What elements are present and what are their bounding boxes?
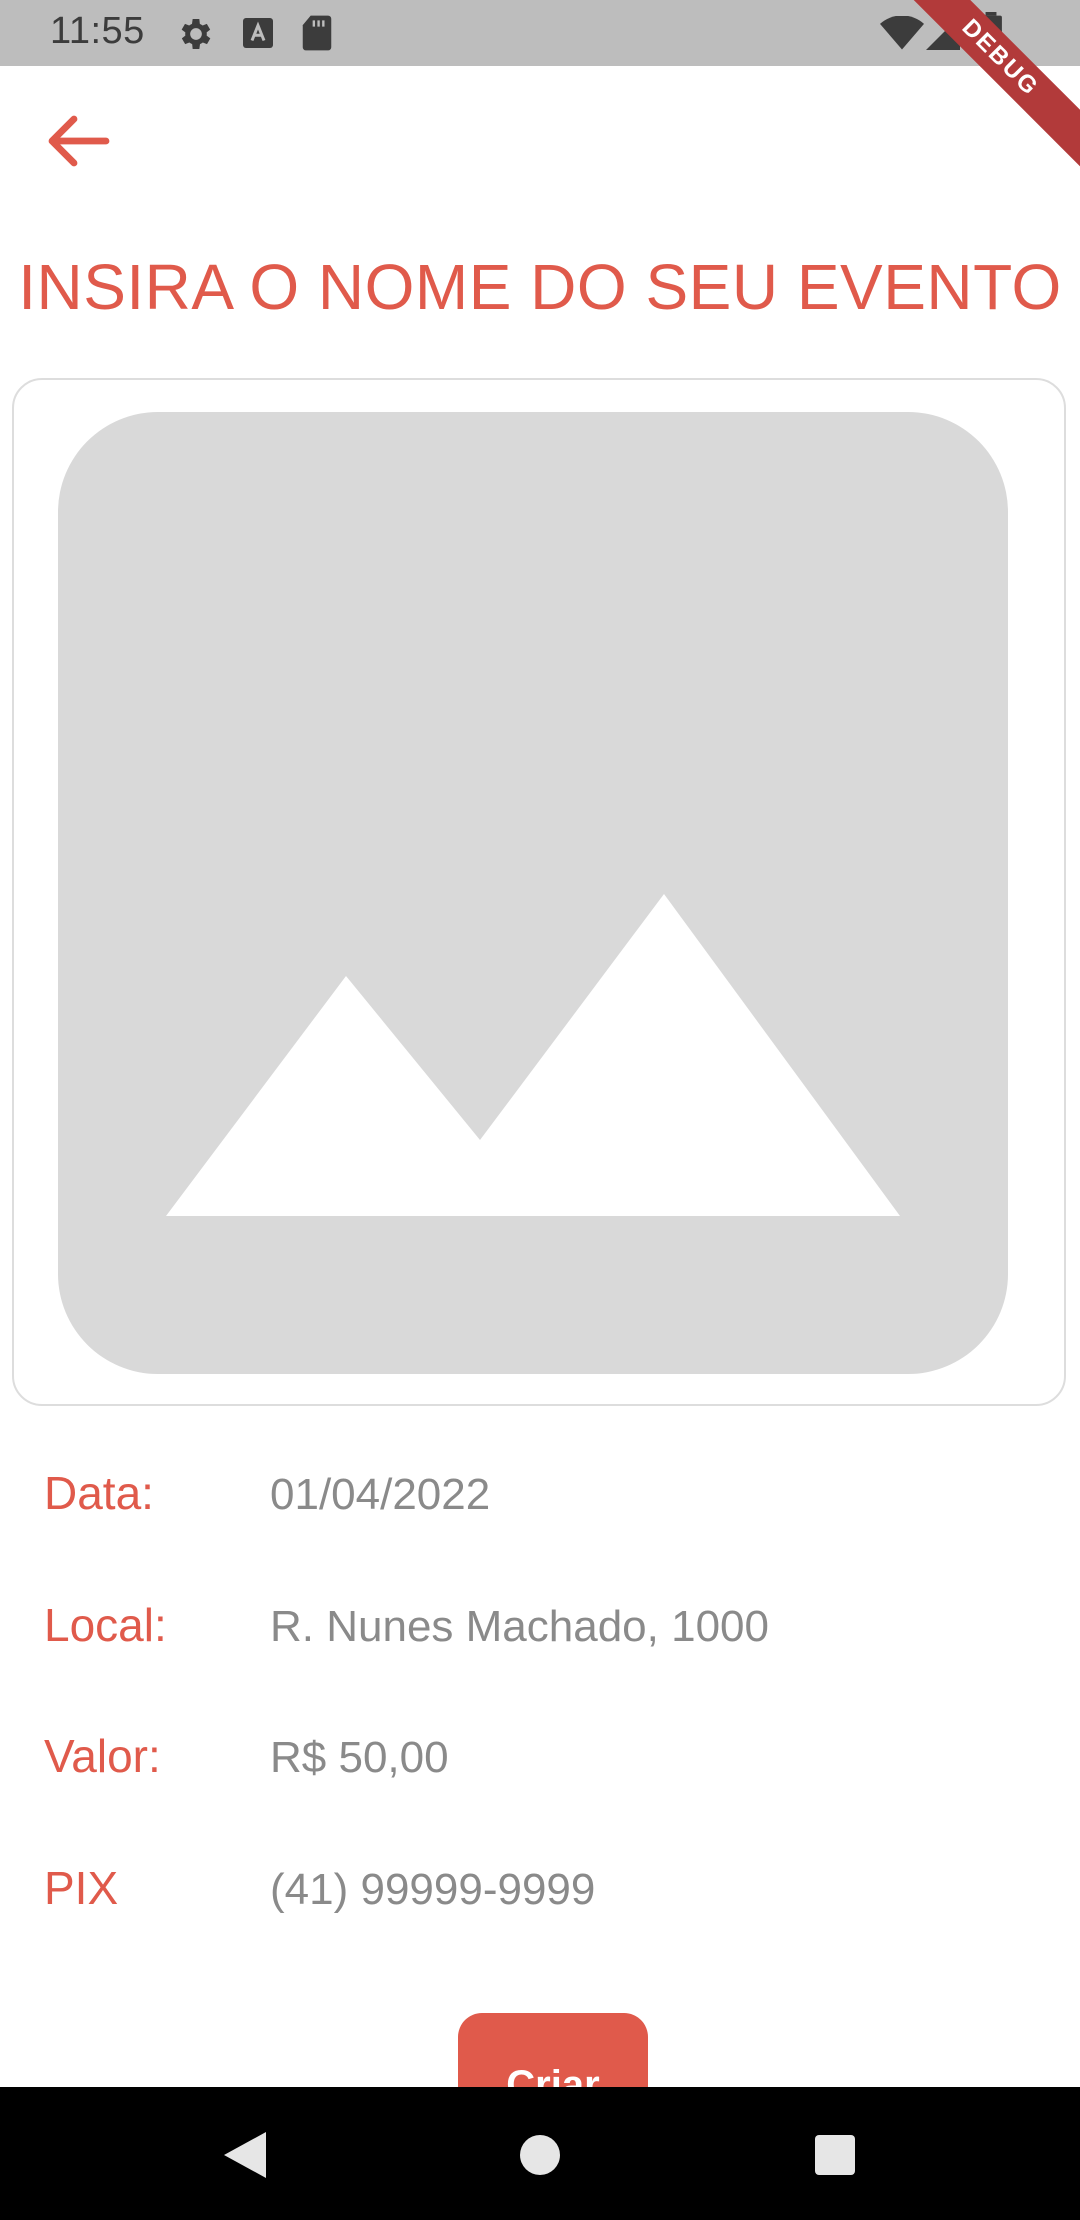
nav-recents-button[interactable] xyxy=(795,2117,875,2197)
pix-value[interactable]: (41) 99999-9999 xyxy=(270,1865,595,1915)
detail-row-data: Data: 01/04/2022 xyxy=(0,1466,1080,1536)
status-time: 11:55 xyxy=(50,10,145,52)
nav-home-icon xyxy=(518,2133,562,2182)
event-image-card xyxy=(12,378,1066,1406)
nav-back-button[interactable] xyxy=(205,2117,285,2197)
location-label: Local: xyxy=(44,1599,167,1651)
pix-label: PIX xyxy=(44,1862,119,1914)
date-label: Data: xyxy=(44,1467,154,1519)
event-name-title[interactable]: INSIRA O NOME DO SEU EVENTO xyxy=(0,250,1080,324)
sd-card-icon xyxy=(300,14,334,57)
detail-row-valor: Valor: R$ 50,00 xyxy=(0,1729,1080,1799)
navigation-bar xyxy=(0,2087,1080,2220)
date-value[interactable]: 01/04/2022 xyxy=(270,1470,490,1520)
status-bar: 11:55 xyxy=(0,0,1080,66)
price-label: Valor: xyxy=(44,1730,161,1782)
back-button[interactable] xyxy=(40,110,116,176)
gear-icon xyxy=(176,14,216,59)
detail-row-local: Local: R. Nunes Machado, 1000 xyxy=(0,1598,1080,1668)
wifi-icon xyxy=(880,15,924,55)
nav-home-button[interactable] xyxy=(500,2117,580,2197)
detail-row-pix: PIX (41) 99999-9999 xyxy=(0,1861,1080,1931)
location-value[interactable]: R. Nunes Machado, 1000 xyxy=(270,1602,769,1652)
arrow-left-icon xyxy=(46,113,110,174)
image-picker[interactable] xyxy=(58,412,1008,1374)
a-box-icon xyxy=(240,14,276,57)
nav-back-icon xyxy=(222,2130,268,2185)
price-value[interactable]: R$ 50,00 xyxy=(270,1733,449,1783)
nav-recents-icon xyxy=(813,2133,857,2182)
